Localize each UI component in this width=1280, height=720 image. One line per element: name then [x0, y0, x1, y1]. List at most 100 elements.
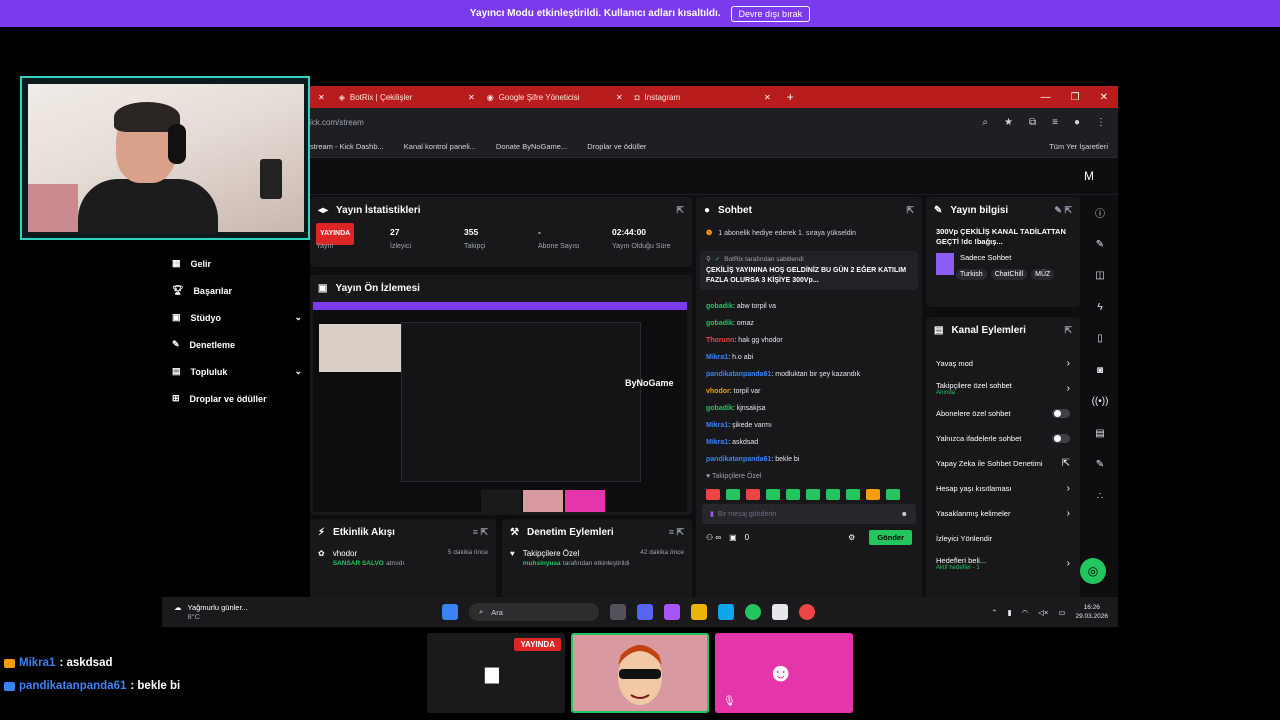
chat-username[interactable]: gobadik — [706, 405, 733, 412]
chat-username[interactable]: vhodor — [706, 388, 730, 395]
chat-message[interactable]: gobadik: abw torpil va — [696, 298, 922, 315]
chevron-up-icon[interactable]: ⌃ — [991, 608, 997, 617]
channel-action-item[interactable]: Hedefleri beli... Aktif hedefler - 1 › — [926, 551, 1080, 576]
edit-icon[interactable]: ✎ ⇱ — [1054, 205, 1072, 216]
chat-message[interactable]: pandikatanpanda61: bekle bi — [696, 451, 922, 468]
chat-input[interactable]: ▮ Bir mesaj gönderin ☻ — [702, 504, 916, 524]
zoom-icon[interactable]: ⌕ — [982, 117, 988, 128]
file-explorer-icon[interactable] — [691, 604, 707, 620]
weather-widget[interactable]: ☁ Yağmurlu günler... 8°C — [162, 603, 442, 621]
media-icon[interactable]: ≡ — [1052, 117, 1058, 128]
new-tab-button[interactable]: + — [777, 90, 804, 104]
close-tab-icon[interactable]: ✕ — [468, 93, 475, 102]
shield-icon[interactable]: ◫ — [1082, 260, 1118, 292]
clock[interactable]: 16:26 29.03.2026 — [1075, 603, 1108, 621]
chat-message-list[interactable]: gobadik: abw torpil va gobadik: omaz Thoru… — [696, 298, 922, 468]
channel-action-item[interactable]: Hesap yaşı kısıtlaması › — [926, 476, 1080, 501]
dots-icon[interactable]: ∴ — [1082, 481, 1118, 513]
popout-icon[interactable]: ⇱ — [676, 205, 684, 216]
sidebar-item-topluluk[interactable]: ▤ Topluluk ⌄ — [172, 358, 302, 385]
channel-action-item[interactable]: İzleyici Yönlendir — [926, 526, 1080, 551]
close-tab-icon[interactable]: ✕ — [616, 93, 623, 102]
channel-action-item[interactable]: Takipçilere özel sohbet Anında › — [926, 376, 1080, 401]
emoji-icon[interactable]: ☻ — [901, 511, 908, 518]
sidebar-item-basarilar[interactable]: 🏆︎ Başarılar — [172, 277, 302, 304]
taskbar-search[interactable]: ⌕ Ara — [469, 603, 599, 621]
all-bookmarks-button[interactable]: Tüm Yer İşaretleri — [1049, 142, 1118, 151]
users-icon[interactable]: ⚇ ∞ — [706, 533, 721, 542]
channel-action-item[interactable]: Yalnızca ifadelerle sohbet — [926, 426, 1080, 451]
discord-taskbar-icon[interactable] — [637, 604, 653, 620]
task-view-icon[interactable] — [610, 604, 626, 620]
address-bar[interactable]: ick.com/stream ⌕ ★ ⧉ ≡ ● ⋮ — [310, 108, 1118, 136]
bolt-icon[interactable]: ϟ — [1082, 292, 1118, 324]
edge-icon[interactable] — [718, 604, 734, 620]
wrench-icon[interactable]: ✎ — [1082, 449, 1118, 481]
chat-message[interactable]: gobadik: kjnsakjsa — [696, 400, 922, 417]
chat-username[interactable]: Mikra1 — [706, 422, 728, 429]
chat-username[interactable]: Mikra1 — [706, 439, 728, 446]
chat-message[interactable]: vhodor: torpil var — [696, 383, 922, 400]
kick-logo-icon[interactable]: M — [1084, 169, 1094, 183]
chat-message[interactable]: Thorunn: hak gg vhodor — [696, 332, 922, 349]
sidebar-item-droplar[interactable]: ⊞ Droplar ve ödüller — [172, 385, 302, 412]
maximize-icon[interactable]: ❐ — [1071, 92, 1080, 103]
chat-username[interactable]: gobadik — [706, 303, 733, 310]
chat-bubble-icon[interactable]: ◙ — [1082, 355, 1118, 387]
sidebar-item-gelir[interactable]: ▦ Gelir — [172, 250, 302, 277]
chat-message[interactable]: Mikra1: şikede varmı — [696, 417, 922, 434]
toggle-switch[interactable] — [1052, 409, 1070, 418]
chat-message[interactable]: Mikra1: h.o abi — [696, 349, 922, 366]
volume-icon[interactable]: ◁× — [1038, 608, 1048, 617]
copilot-icon[interactable] — [664, 604, 680, 620]
channel-action-item[interactable]: Abonelere özel sohbet — [926, 401, 1080, 426]
bookmark-item[interactable]: stream - Kick Dashb... — [310, 142, 384, 151]
tag-chip[interactable]: MÜZ — [1031, 269, 1055, 280]
gear-icon[interactable]: ⚙ — [848, 533, 855, 542]
window-close-icon[interactable]: ✕ — [1100, 92, 1108, 103]
broadcast-icon[interactable]: ((•)) — [1082, 386, 1118, 418]
extensions-icon[interactable]: ⧉ — [1029, 117, 1036, 128]
edit-icon[interactable]: ✎ — [1082, 229, 1118, 261]
send-button[interactable]: Gönder — [869, 530, 912, 545]
popout-icon[interactable]: ⇱ — [906, 205, 914, 216]
disable-streamer-mode-button[interactable]: Devre dışı bırak — [730, 5, 811, 22]
store-icon[interactable] — [772, 604, 788, 620]
bookmark-item[interactable]: Donate ByNoGame... — [496, 142, 567, 151]
close-icon[interactable]: ✕ — [310, 93, 333, 102]
battery-icon[interactable]: ▭ — [1058, 608, 1065, 617]
emote-bar[interactable] — [696, 485, 922, 504]
profile-avatar[interactable]: ● — [1074, 117, 1080, 128]
tab-botrix[interactable]: ◈ BotRix | Çekilişler ✕ — [333, 86, 481, 108]
spotify-icon[interactable] — [745, 604, 761, 620]
windows-start-icon[interactable] — [442, 604, 458, 620]
chat-message[interactable]: gobadik: omaz — [696, 315, 922, 332]
chat-username[interactable]: gobadik — [706, 320, 733, 327]
chat-message[interactable]: Mikra1: askdsad — [696, 434, 922, 451]
stream-preview-video[interactable]: ByNoGame — [313, 302, 687, 512]
chat-username[interactable]: pandikatanpanda61 — [706, 456, 771, 463]
channel-action-item[interactable]: Yavaş mod › — [926, 351, 1080, 376]
close-tab-icon[interactable]: ✕ — [764, 93, 771, 102]
tag-chip[interactable]: ChatChill — [990, 269, 1028, 280]
pinned-message[interactable]: ⚲ ✓ BotRix tarafından sabitlendi ÇEKİLİŞ Y… — [700, 251, 918, 290]
tab-instagram[interactable]: ◘ Instagram ✕ — [629, 86, 777, 108]
wifi-icon[interactable]: ◠ — [1022, 608, 1029, 617]
chat-username[interactable]: Mikra1 — [706, 354, 728, 361]
popout-icon[interactable]: ⇱ — [1064, 325, 1072, 336]
bookmark-item[interactable]: Droplar ve ödüller — [587, 142, 646, 151]
minimize-icon[interactable]: — — [1041, 92, 1051, 103]
chat-username[interactable]: Thorunn — [706, 337, 734, 344]
tag-chip[interactable]: Turkish — [956, 269, 987, 280]
mic-icon[interactable]: ▮ — [710, 510, 714, 518]
menu-icon[interactable]: ⋮ — [1096, 117, 1106, 128]
sidebar-item-denetleme[interactable]: ✎ Denetleme — [172, 331, 302, 358]
chat-username[interactable]: pandikatanpanda61 — [706, 371, 771, 378]
bookmark-item[interactable]: Kanal kontrol paneli... — [404, 142, 476, 151]
toggle-switch[interactable] — [1052, 434, 1070, 443]
filter-icon[interactable]: ≡ ⇱ — [473, 527, 488, 538]
chrome-icon[interactable] — [799, 604, 815, 620]
tab-password-manager[interactable]: ◉ Google Şifre Yöneticisi ✕ — [481, 86, 629, 108]
mic-icon[interactable]: ▮ — [1008, 608, 1012, 617]
chat-message[interactable]: pandikatanpanda61: modluktan bir şey kaz… — [696, 366, 922, 383]
